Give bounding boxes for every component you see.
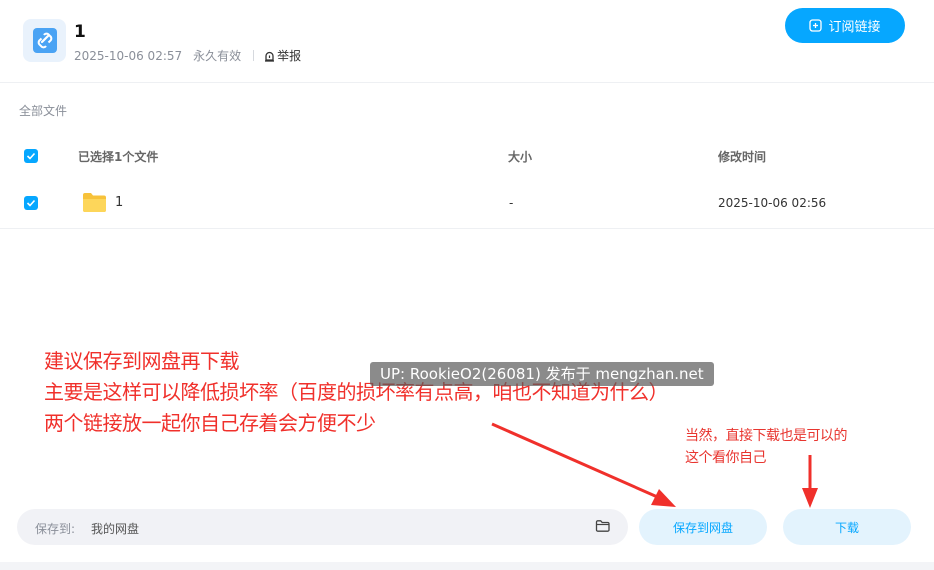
bottom-edge: [0, 562, 934, 570]
watermark: UP: RookieO2(26081) 发布于 mengzhan.net: [370, 362, 714, 386]
annotation-line: 当然，直接下载也是可以的: [685, 428, 848, 444]
annotation-arrows: [491, 422, 818, 508]
check-icon: [26, 199, 36, 207]
share-title: 1: [74, 22, 86, 42]
column-header-name: 已选择1个文件: [78, 150, 159, 164]
report-link[interactable]: 举报: [264, 49, 301, 63]
select-all-checkbox[interactable]: [24, 149, 38, 163]
annotation-line: 这个看你自己: [685, 450, 767, 466]
report-icon: [265, 51, 275, 62]
save-to-label: 保存到:: [35, 522, 76, 536]
share-meta: 2025-10-06 02:57 永久有效 举报: [74, 47, 301, 64]
save-to-value: 我的网盘: [91, 522, 140, 536]
share-date: 2025-10-06 02:57: [74, 49, 183, 63]
column-header-modified[interactable]: 修改时间: [718, 148, 766, 165]
folder-icon: [83, 193, 106, 212]
link-icon: [23, 19, 66, 62]
subscribe-label: 订阅链接: [828, 20, 881, 35]
row-checkbox[interactable]: [24, 196, 38, 210]
file-size: -: [509, 196, 514, 210]
annotation-line: 两个链接放一起你自己存着会方便不少: [44, 411, 376, 435]
breadcrumb[interactable]: 全部文件: [19, 102, 67, 119]
check-icon: [26, 152, 36, 160]
save-location-field[interactable]: 保存到: 我的网盘: [17, 509, 628, 545]
annotation-main: 建议保存到网盘再下载 主要是这样可以降低损坏率（百度的损坏率有点高，咱也不知道为…: [44, 346, 669, 439]
column-header-size[interactable]: 大小: [508, 148, 532, 165]
divider: [0, 228, 934, 229]
share-header: 1 2025-10-06 02:57 永久有效 举报 订阅链接: [0, 0, 934, 83]
download-button[interactable]: 下载: [783, 509, 911, 545]
arrow-head-save: [651, 489, 676, 507]
arrow-head-download: [802, 488, 818, 508]
file-name[interactable]: 1: [115, 195, 123, 210]
annotation-side: 当然，直接下载也是可以的 这个看你自己: [685, 425, 848, 469]
share-validity: 永久有效: [193, 49, 242, 63]
folder-outline-icon[interactable]: [595, 519, 610, 533]
file-modified: 2025-10-06 02:56: [718, 196, 827, 210]
subscribe-link-button[interactable]: 订阅链接: [785, 8, 905, 43]
save-to-netdisk-button[interactable]: 保存到网盘: [639, 509, 767, 545]
divider: [253, 50, 255, 61]
report-label: 举报: [277, 49, 302, 63]
add-square-icon: [809, 19, 823, 32]
